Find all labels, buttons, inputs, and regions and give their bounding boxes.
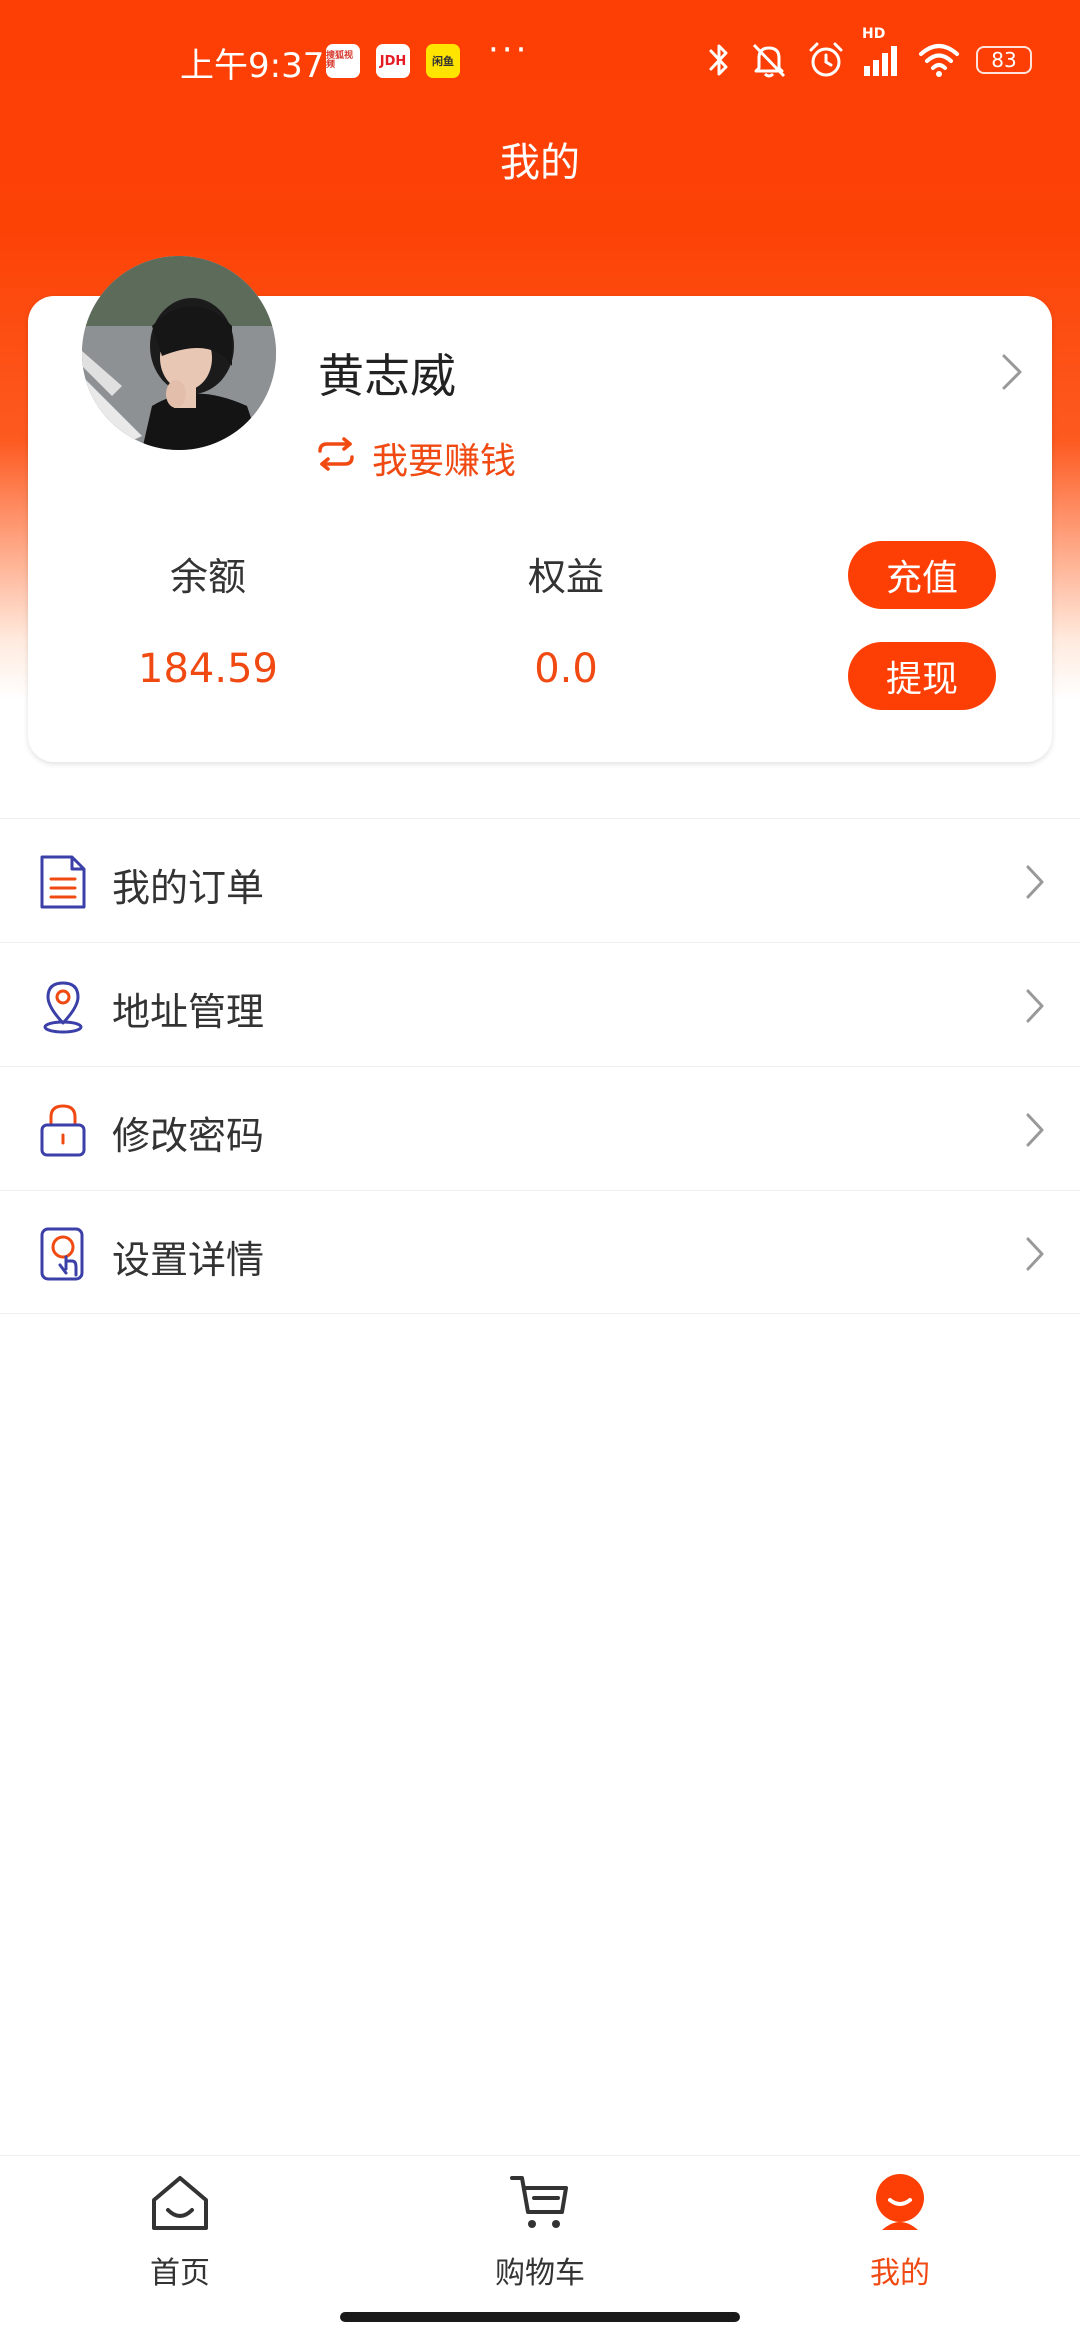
chevron-right-icon: [1024, 1111, 1046, 1153]
tab-mine-label: 我的: [870, 2256, 930, 2291]
lock-icon: [36, 1101, 90, 1159]
tab-cart[interactable]: 购物车: [440, 2156, 640, 2291]
status-right-group: HD 83: [706, 26, 1032, 82]
sohu-video-notification-icon: 搜狐视频: [326, 44, 360, 78]
menu-list: 我的订单 地址管理 修改密码 设置详情: [0, 818, 1080, 1314]
alarm-icon: [806, 40, 846, 80]
chevron-right-icon: [1024, 987, 1046, 1029]
menu-item-settings-details[interactable]: 设置详情: [0, 1190, 1080, 1314]
cart-icon: [510, 2176, 568, 2228]
battery-indicator: 83: [976, 46, 1032, 74]
earn-money-link[interactable]: 我要赚钱: [316, 432, 516, 484]
order-document-icon: [36, 853, 90, 911]
tab-home[interactable]: 首页: [80, 2156, 280, 2291]
status-bar: 上午9:37 搜狐视频 JDH 闲鱼 ··· HD 83: [0, 0, 1080, 120]
profile-chevron-right-icon[interactable]: [1000, 352, 1024, 396]
jdh-notification-icon: JDH: [376, 44, 410, 78]
menu-item-label: 我的订单: [112, 866, 265, 910]
profile-icon: [876, 2174, 924, 2230]
signal-hd-label: HD: [862, 26, 886, 42]
menu-item-address-management[interactable]: 地址管理: [0, 942, 1080, 1066]
location-pin-icon: [36, 977, 90, 1035]
my-page: 上午9:37 搜狐视频 JDH 闲鱼 ··· HD 83 我的 黄志威 我要赚钱…: [0, 0, 1080, 2340]
menu-item-change-password[interactable]: 修改密码: [0, 1066, 1080, 1190]
earn-money-label: 我要赚钱: [372, 441, 517, 482]
settings-touch-icon: [36, 1225, 90, 1283]
signal-icon: HD: [862, 26, 902, 80]
tab-home-label: 首页: [150, 2256, 210, 2291]
tab-mine[interactable]: 我的: [800, 2156, 1000, 2291]
mute-icon: [748, 40, 790, 80]
withdraw-button[interactable]: 提现: [848, 642, 996, 710]
xianyu-notification-icon: 闲鱼: [426, 44, 460, 78]
status-time: 上午9:37: [180, 46, 325, 86]
chevron-right-icon: [1024, 1235, 1046, 1277]
more-notifications-indicator: ···: [488, 30, 530, 70]
bluetooth-icon: [706, 40, 732, 80]
user-name[interactable]: 黄志威: [318, 340, 456, 406]
equity-label: 权益: [527, 555, 604, 599]
balance-value: 184.59: [138, 646, 278, 692]
balance-label: 余额: [169, 555, 246, 599]
menu-item-label: 地址管理: [112, 990, 265, 1034]
chevron-right-icon: [1024, 863, 1046, 905]
swap-arrows-icon: [316, 436, 356, 480]
home-icon: [152, 2176, 208, 2230]
recharge-button[interactable]: 充值: [848, 541, 996, 609]
user-avatar[interactable]: [82, 256, 276, 450]
page-title: 我的: [500, 140, 580, 186]
menu-item-label: 修改密码: [112, 1114, 265, 1158]
wifi-icon: [918, 40, 960, 80]
home-indicator[interactable]: [340, 2312, 740, 2322]
menu-item-my-orders[interactable]: 我的订单: [0, 818, 1080, 942]
tab-cart-label: 购物车: [495, 2256, 585, 2291]
equity-value: 0.0: [534, 646, 598, 692]
menu-item-label: 设置详情: [112, 1238, 265, 1282]
